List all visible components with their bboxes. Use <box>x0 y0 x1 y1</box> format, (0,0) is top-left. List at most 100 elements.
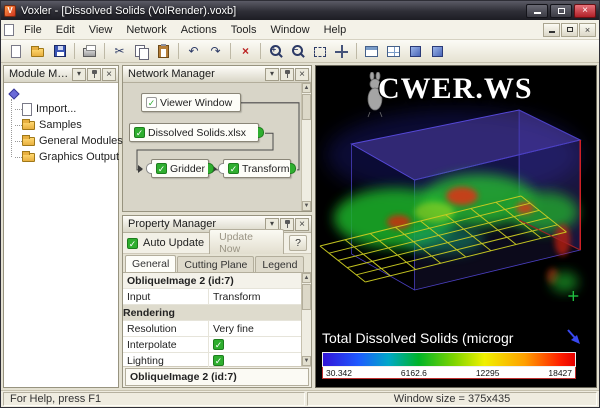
print-button[interactable] <box>79 42 100 61</box>
save-button[interactable] <box>49 42 70 61</box>
viewer-window-button[interactable] <box>361 42 382 61</box>
minimize-icon <box>534 12 541 14</box>
module-button[interactable] <box>405 42 426 61</box>
node-gridder[interactable]: Gridder <box>151 159 209 178</box>
panel-close-button[interactable] <box>295 218 309 231</box>
redo-icon: ↷ <box>210 44 220 58</box>
node-dissolved-solids[interactable]: Dissolved Solids.xlsx <box>129 123 259 142</box>
auto-update-checkbox[interactable] <box>127 238 138 249</box>
mdi-close-button[interactable] <box>579 23 596 37</box>
selected-module-label: ObliqueImage 2 (id:7) <box>125 368 309 386</box>
pan-button[interactable] <box>331 42 352 61</box>
property-section-rendering[interactable]: Rendering <box>123 305 301 321</box>
watermark-text: CWER.WS <box>378 72 533 106</box>
menu-tools[interactable]: Tools <box>224 22 264 38</box>
scroll-up-icon[interactable]: ▲ <box>302 273 311 283</box>
close-button[interactable] <box>574 4 596 18</box>
menu-actions[interactable]: Actions <box>174 22 224 38</box>
zoom-box-button[interactable] <box>309 42 330 61</box>
viewer-3d-canvas[interactable]: CWER.WS Total Dissolved Solids (microgr … <box>315 65 597 388</box>
checkbox-icon[interactable] <box>156 163 167 174</box>
interpolate-checkbox[interactable] <box>213 339 224 350</box>
panel-menu-button[interactable] <box>72 68 86 81</box>
pin-icon[interactable] <box>280 68 294 81</box>
volume-render <box>316 100 596 330</box>
help-button[interactable]: ? <box>289 235 307 251</box>
toolbar-separator <box>356 43 357 59</box>
tab-cutting-plane[interactable]: Cutting Plane <box>177 256 254 272</box>
colorbar <box>322 352 576 367</box>
colorbar-label: 18427 <box>548 368 572 378</box>
scroll-down-icon[interactable]: ▼ <box>302 201 311 211</box>
menu-file[interactable]: File <box>17 22 49 38</box>
checkbox-icon[interactable] <box>228 163 239 174</box>
new-button[interactable] <box>5 42 26 61</box>
update-now-button[interactable]: Update Now <box>209 229 284 257</box>
menu-help[interactable]: Help <box>317 22 354 38</box>
folder-icon <box>22 137 35 146</box>
menu-window[interactable]: Window <box>263 22 316 38</box>
panel-menu-button[interactable] <box>265 68 279 81</box>
input-port-icon[interactable] <box>218 163 224 174</box>
scroll-up-icon[interactable]: ▲ <box>302 83 311 93</box>
zoom-in-icon: + <box>269 44 283 58</box>
cut-button[interactable]: ✂ <box>109 42 130 61</box>
paste-button[interactable] <box>153 42 174 61</box>
pin-icon[interactable] <box>87 68 101 81</box>
checkbox-icon[interactable] <box>134 127 145 138</box>
maximize-button[interactable] <box>550 4 572 18</box>
tab-legend[interactable]: Legend <box>255 256 304 272</box>
voxler-app-icon <box>4 5 16 17</box>
sidebar-item-samples[interactable]: Samples <box>8 117 116 133</box>
property-scrollbar[interactable]: ▲ ▼ <box>301 273 311 366</box>
menu-view[interactable]: View <box>82 22 120 38</box>
tab-general[interactable]: General <box>125 255 176 272</box>
scrollbar-thumb[interactable] <box>302 284 311 310</box>
network-scrollbar[interactable]: ▲ ▼ <box>301 83 311 211</box>
zoom-out-button[interactable]: − <box>287 42 308 61</box>
property-tabs: General Cutting Plane Legend <box>123 254 311 273</box>
scroll-down-icon[interactable]: ▼ <box>302 356 311 366</box>
panel-close-button[interactable] <box>102 68 116 81</box>
zoom-in-button[interactable]: + <box>265 42 286 61</box>
module-cube-icon <box>410 46 421 57</box>
input-port-icon[interactable] <box>146 163 152 174</box>
copy-button[interactable] <box>131 42 152 61</box>
sidebar-item-graphics-output[interactable]: Graphics Output <box>8 149 116 165</box>
node-transform[interactable]: Transform <box>223 159 291 178</box>
scrollbar-track[interactable] <box>302 283 311 356</box>
copy-icon <box>135 45 148 58</box>
scrollbar-thumb[interactable] <box>302 94 311 120</box>
mdi-minimize-button[interactable] <box>543 23 560 37</box>
open-button[interactable] <box>27 42 48 61</box>
node-viewer-window[interactable]: Viewer Window <box>141 93 241 112</box>
menu-bar: File Edit View Network Actions Tools Win… <box>1 20 599 40</box>
import-icon <box>22 103 32 116</box>
pan-icon <box>335 45 348 58</box>
delete-button[interactable]: × <box>235 42 256 61</box>
menu-network[interactable]: Network <box>119 22 173 38</box>
undo-button[interactable]: ↶ <box>183 42 204 61</box>
tree-item-label: Graphics Output <box>39 151 119 163</box>
tree-root[interactable] <box>8 87 116 101</box>
status-help-text: For Help, press F1 <box>3 392 305 406</box>
panel-close-button[interactable] <box>295 68 309 81</box>
toolbar-separator <box>230 43 231 59</box>
grid-view-button[interactable] <box>383 42 404 61</box>
redo-button[interactable]: ↷ <box>205 42 226 61</box>
menu-edit[interactable]: Edit <box>49 22 82 38</box>
minimize-button[interactable] <box>526 4 548 18</box>
network-manager-panel: Network Manager <box>122 65 312 212</box>
mdi-restore-button[interactable] <box>561 23 578 37</box>
property-group-header[interactable]: ObliqueImage 2 (id:7) <box>123 273 301 289</box>
tree-item-label: General Modules <box>39 135 123 147</box>
module-manager-header: Module Manager <box>4 66 118 83</box>
checkbox-icon[interactable] <box>146 97 157 108</box>
folder-icon <box>22 121 35 130</box>
network-canvas[interactable]: Viewer Window Dissolved Solids.xlsx Grid… <box>123 83 301 211</box>
lighting-checkbox[interactable] <box>213 355 224 366</box>
sidebar-item-import[interactable]: Import... <box>8 101 116 117</box>
scrollbar-track[interactable] <box>302 93 311 201</box>
network-button[interactable] <box>427 42 448 61</box>
sidebar-item-general-modules[interactable]: General Modules <box>8 133 116 149</box>
